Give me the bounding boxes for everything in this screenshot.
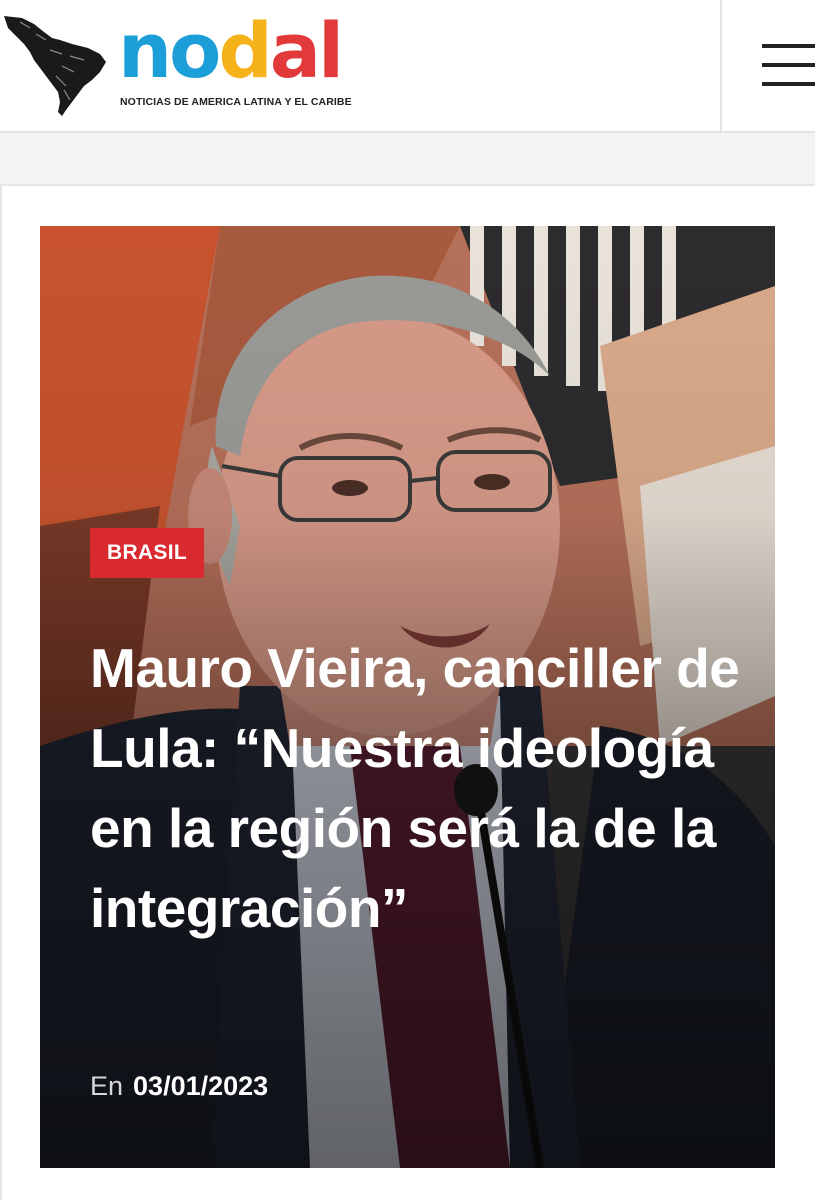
article-meta: En 03/01/2023 (90, 1068, 268, 1104)
publish-date: 03/01/2023 (133, 1071, 269, 1101)
logo-letter: n (118, 6, 172, 95)
logo-tagline: NOTICIAS DE AMERICA LATINA Y EL CARIBE (120, 96, 352, 108)
logo-letter: d (218, 6, 272, 95)
category-badge[interactable]: BRASIL (90, 528, 204, 578)
logo-letter: l (318, 6, 344, 95)
logo-wordmark: nodal (118, 6, 344, 96)
site-header: nodal NOTICIAS DE AMERICA LATINA Y EL CA… (0, 0, 815, 133)
hamburger-menu-icon (762, 44, 815, 86)
logo-letter: o (169, 6, 221, 95)
site-logo[interactable]: nodal NOTICIAS DE AMERICA LATINA Y EL CA… (0, 0, 360, 130)
article-title[interactable]: Mauro Vieira, canciller de Lula: “Nuestr… (90, 628, 750, 948)
date-prefix: En (90, 1071, 124, 1101)
menu-button[interactable] (722, 0, 815, 131)
logo-letter: a (269, 6, 321, 95)
latin-america-map-icon (4, 16, 106, 116)
